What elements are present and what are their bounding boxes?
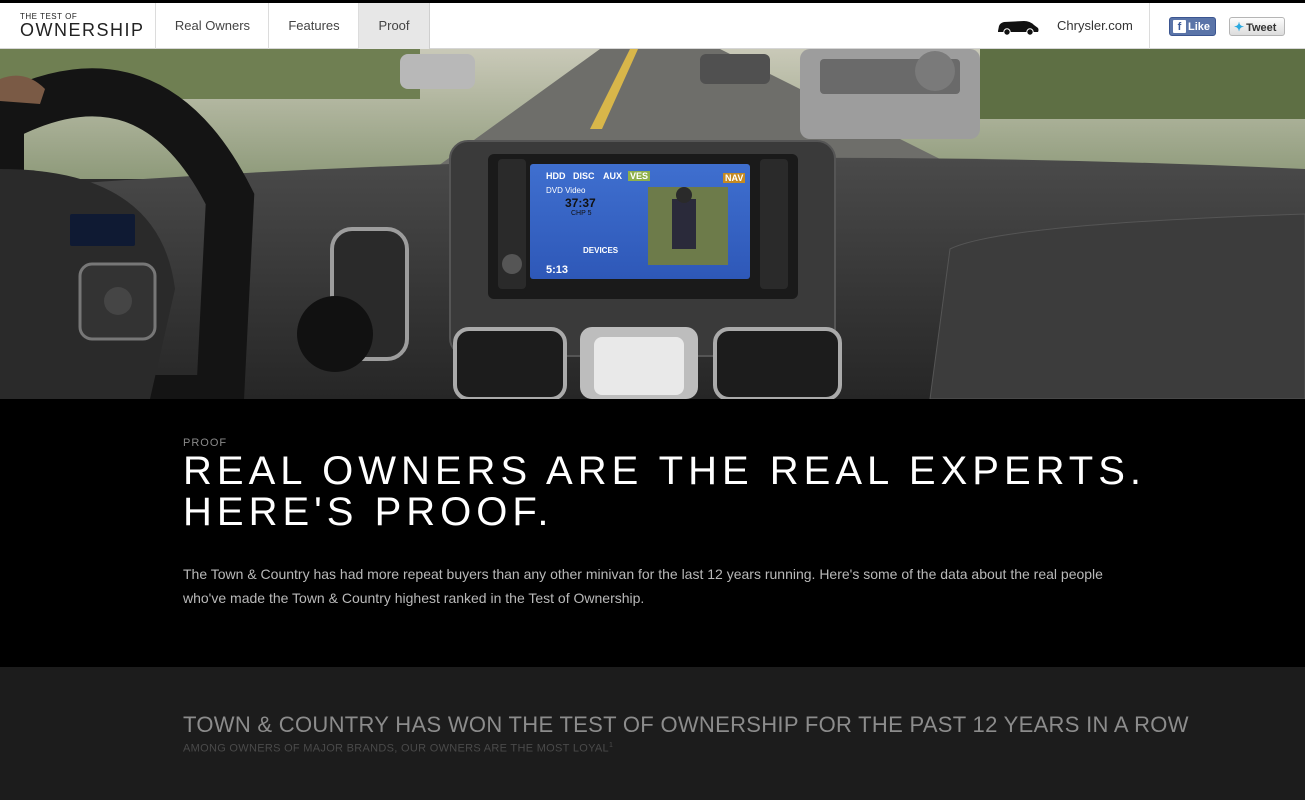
screen-tab-disc: DISC xyxy=(573,171,595,181)
screen-nav-label: NAV xyxy=(723,173,746,183)
header-divider xyxy=(1149,3,1150,49)
screen-clock: 5:13 xyxy=(546,264,569,276)
screen-tab-ves: VES xyxy=(628,171,651,181)
screen-tab-hdd: HDD xyxy=(546,171,566,181)
chrysler-link[interactable]: Chrysler.com xyxy=(1057,3,1133,49)
tweet-label: Tweet xyxy=(1246,22,1277,34)
tweet-button[interactable]: ✦ Tweet xyxy=(1229,17,1285,36)
screen-devices-label: DEVICES xyxy=(583,246,619,255)
proof-kicker: PROOF xyxy=(183,437,228,449)
top-nav: THE TEST OF OWNERSHIP Real Owners Featur… xyxy=(0,3,1305,49)
headline-line-2: HERE'S PROOF. xyxy=(183,490,554,534)
ownership-logo[interactable]: THE TEST OF OWNERSHIP xyxy=(20,12,145,39)
proof-headline: REAL OWNERS ARE THE REAL EXPERTS. HERE'S… xyxy=(183,451,1183,533)
nav-item-features[interactable]: Features xyxy=(268,3,359,49)
logo-big-text: OWNERSHIP xyxy=(20,20,145,40)
screen-time-counter: 37:37 xyxy=(565,196,596,210)
twitter-bird-icon: ✦ xyxy=(1234,20,1245,34)
facebook-icon: f xyxy=(1173,20,1186,33)
screen-chapter: CHP 5 xyxy=(571,210,592,217)
proof-body: The Town & Country has had more repeat b… xyxy=(183,566,1103,606)
nav-item-real-owners[interactable]: Real Owners xyxy=(155,3,269,49)
proof-section: PROOF REAL OWNERS ARE THE REAL EXPERTS. … xyxy=(0,399,1305,667)
screen-dvd-label: DVD Video xyxy=(546,186,586,195)
minivan-icon[interactable] xyxy=(996,18,1040,36)
section-subtitle: AMONG OWNERS OF MAJOR BRANDS, OUR OWNERS… xyxy=(183,742,613,755)
section-subtitle-text: AMONG OWNERS OF MAJOR BRANDS, OUR OWNERS… xyxy=(183,742,609,755)
facebook-like-button[interactable]: f Like xyxy=(1169,17,1216,36)
headline-line-1: REAL OWNERS ARE THE REAL EXPERTS. xyxy=(183,449,1147,493)
nav-item-proof[interactable]: Proof xyxy=(358,3,430,49)
screen-tab-aux: AUX xyxy=(603,171,623,181)
like-label: Like xyxy=(1188,21,1211,33)
footnote-marker: 1 xyxy=(608,742,614,749)
dashboard-illustration xyxy=(0,49,1305,399)
hero-image-dashboard: HDD DISC AUX VES NAV DVD Video 37:37 CHP… xyxy=(0,49,1305,399)
section-title: TOWN & COUNTRY HAS WON THE TEST OF OWNER… xyxy=(183,712,1189,737)
stats-section: TOWN & COUNTRY HAS WON THE TEST OF OWNER… xyxy=(0,667,1305,800)
